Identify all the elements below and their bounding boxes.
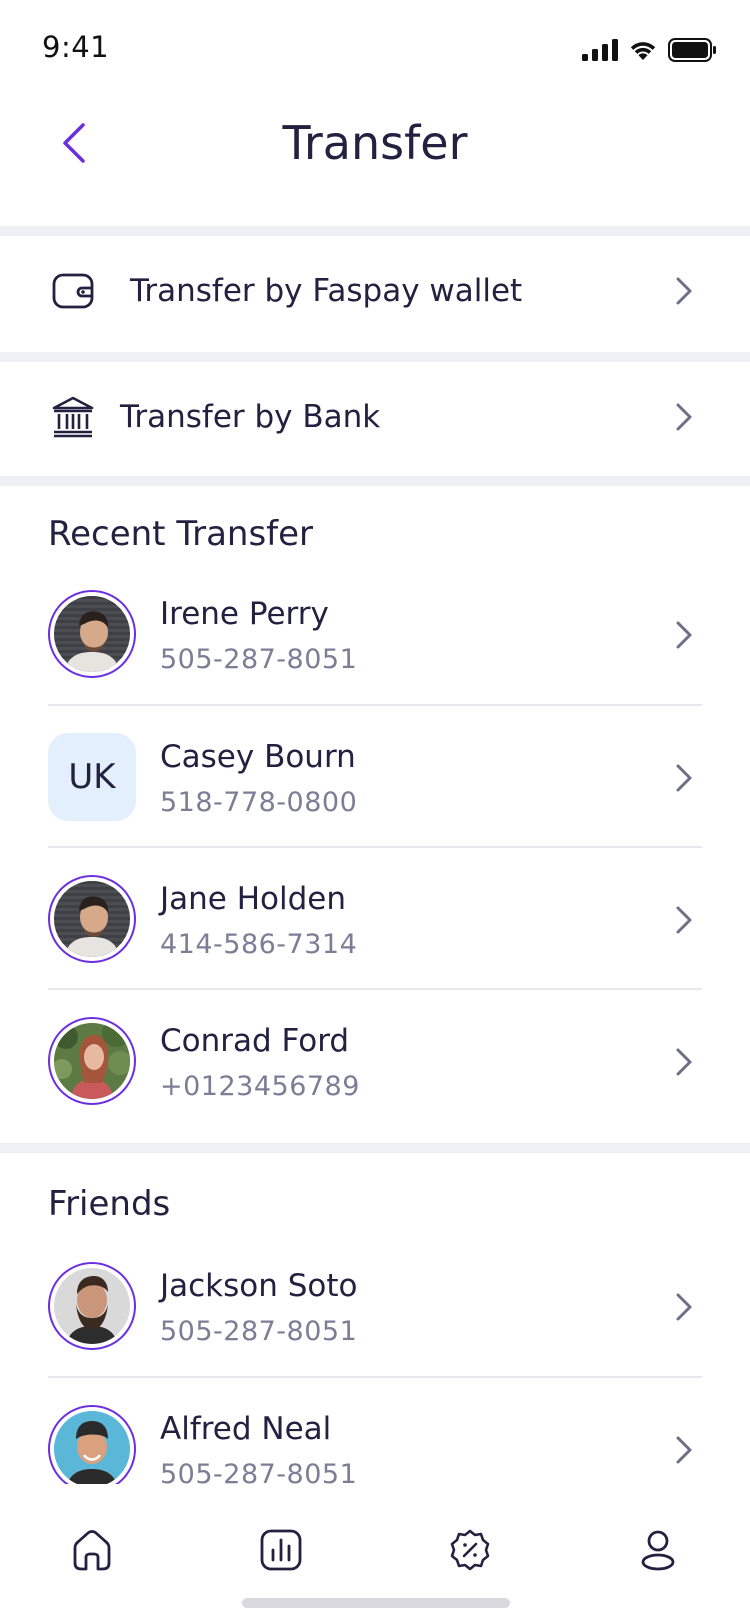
contact-phone: 518-778-0800 — [160, 787, 358, 818]
friends-title: Friends — [48, 1184, 171, 1224]
bank-option-label: Transfer by Bank — [120, 399, 381, 435]
battery-icon — [668, 38, 716, 62]
contact-name: Casey Bourn — [160, 739, 356, 775]
avatar — [48, 590, 136, 678]
signal-icon — [582, 39, 618, 61]
contact-row[interactable]: Conrad Ford +0123456789 — [48, 989, 702, 1131]
status-icons — [582, 38, 716, 62]
tab-home[interactable] — [68, 1526, 116, 1574]
contact-phone: 505-287-8051 — [160, 644, 358, 675]
chevron-right-icon — [676, 764, 692, 792]
bank-icon — [50, 394, 96, 440]
avatar — [48, 875, 136, 963]
avatar — [48, 1017, 136, 1105]
transfer-wallet-option[interactable]: Transfer by Faspay wallet — [0, 236, 750, 346]
discount-icon — [450, 1529, 490, 1571]
recent-transfer-title: Recent Transfer — [48, 514, 314, 554]
avatar — [48, 1405, 136, 1484]
chevron-right-icon — [676, 1293, 692, 1321]
chevron-right-icon — [676, 906, 692, 934]
chevron-right-icon — [676, 403, 692, 431]
status-time: 9:41 — [42, 30, 110, 64]
contact-row[interactable]: Irene Perry 505-287-8051 — [48, 562, 702, 704]
chevron-right-icon — [676, 1048, 692, 1076]
contact-name: Jackson Soto — [160, 1268, 358, 1304]
contact-name: Irene Perry — [160, 596, 329, 632]
contact-name: Jane Holden — [160, 881, 346, 917]
wifi-icon — [630, 42, 656, 60]
home-indicator — [242, 1598, 510, 1608]
nav-header: Transfer — [0, 100, 750, 225]
contact-name: Conrad Ford — [160, 1023, 350, 1059]
avatar-initials: UK — [48, 733, 136, 821]
contact-phone: +0123456789 — [160, 1071, 360, 1102]
friend-row[interactable]: Jackson Soto 505-287-8051 — [48, 1234, 702, 1376]
chevron-right-icon — [676, 1436, 692, 1464]
tab-profile[interactable] — [634, 1526, 682, 1574]
profile-icon — [641, 1530, 675, 1571]
section-separator — [0, 476, 750, 486]
section-separator — [0, 1143, 750, 1153]
contact-phone: 505-287-8051 — [160, 1316, 358, 1347]
section-separator — [0, 352, 750, 362]
contact-row[interactable]: UK Casey Bourn 518-778-0800 — [48, 705, 702, 847]
contact-phone: 414-586-7314 — [160, 929, 358, 960]
chevron-right-icon — [676, 277, 692, 305]
friend-row[interactable]: Alfred Neal 505-287-8051 — [48, 1377, 702, 1484]
wallet-option-label: Transfer by Faspay wallet — [130, 273, 523, 309]
home-icon — [73, 1530, 111, 1571]
avatar — [48, 1262, 136, 1350]
wallet-icon — [50, 268, 96, 314]
page-title: Transfer — [282, 116, 468, 170]
tab-promotions[interactable] — [446, 1526, 494, 1574]
contact-phone: 505-287-8051 — [160, 1459, 358, 1484]
section-separator — [0, 226, 750, 236]
transfer-bank-option[interactable]: Transfer by Bank — [0, 362, 750, 472]
contact-name: Alfred Neal — [160, 1411, 332, 1447]
tab-statistics[interactable] — [257, 1526, 305, 1574]
status-bar: 9:41 — [0, 0, 750, 100]
chevron-right-icon — [676, 621, 692, 649]
contact-row[interactable]: Jane Holden 414-586-7314 — [48, 847, 702, 989]
chart-icon — [260, 1529, 302, 1571]
